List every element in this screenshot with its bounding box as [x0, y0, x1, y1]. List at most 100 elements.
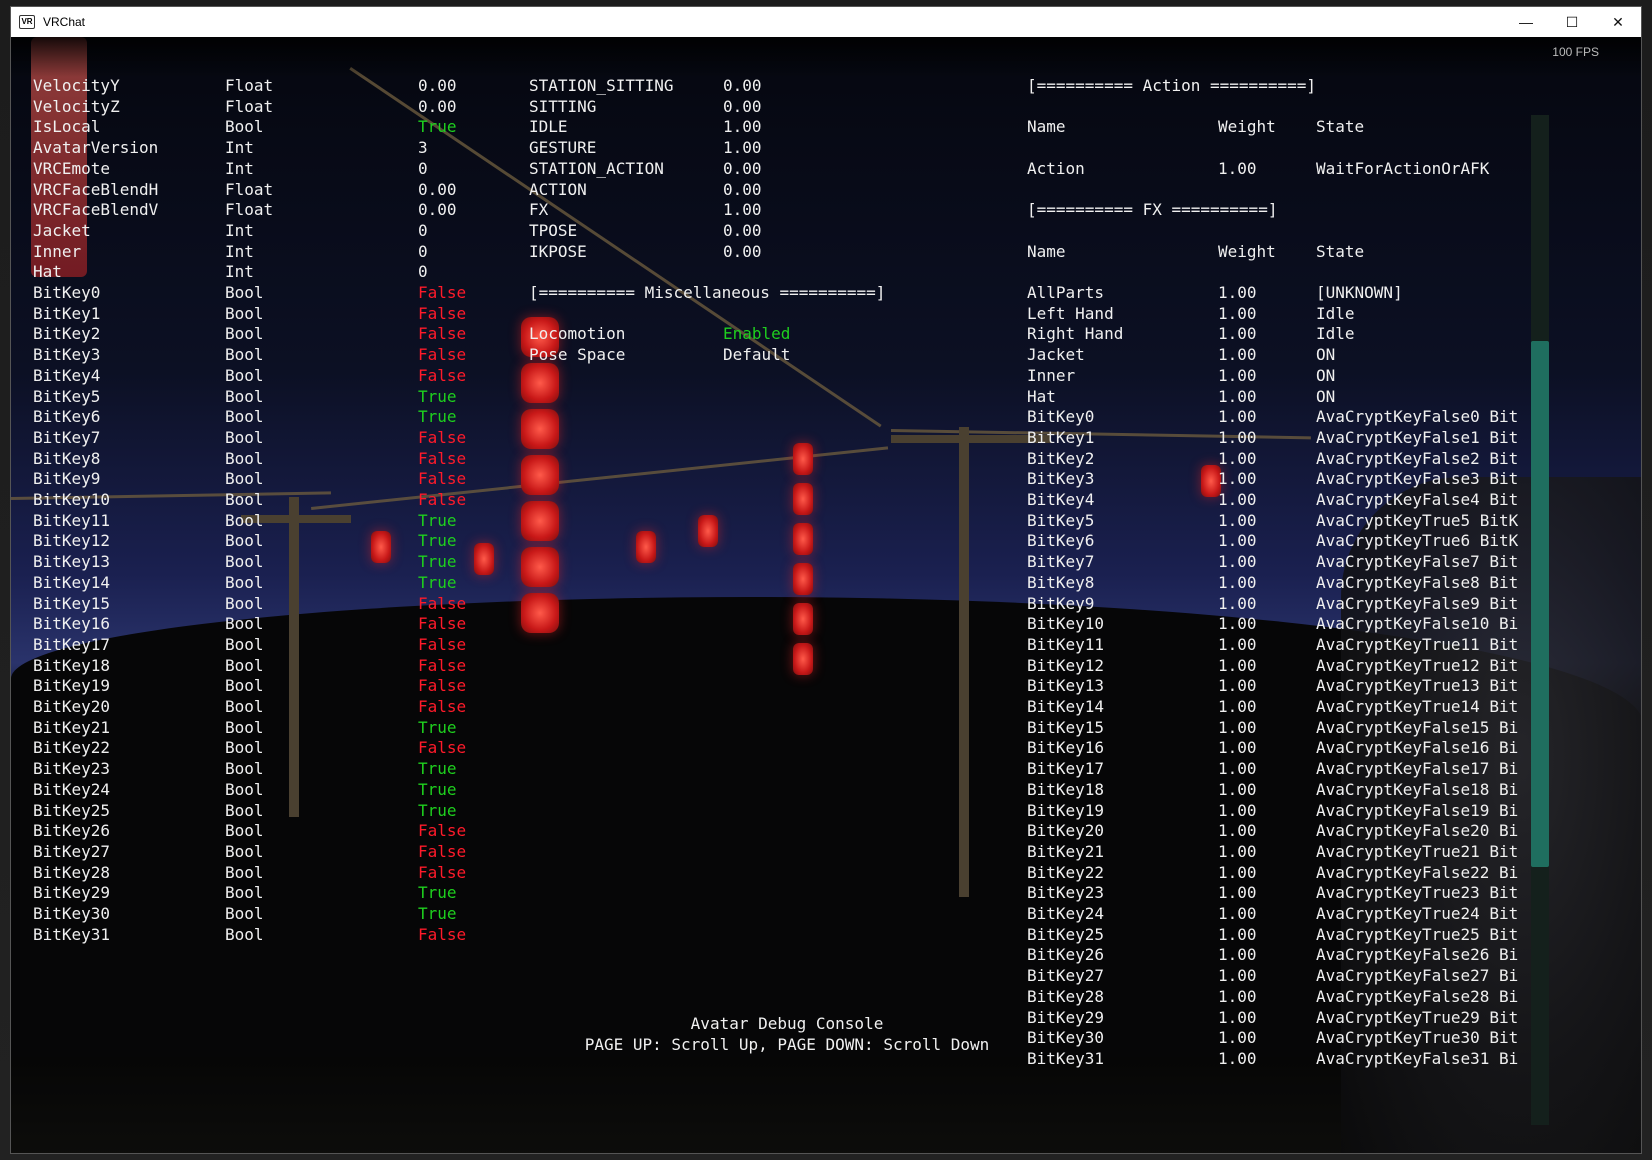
- param-name: BitKey30: [33, 904, 111, 923]
- title-bar[interactable]: VR VRChat — ☐ ✕: [11, 7, 1641, 37]
- fx-layer-weight: 1.00: [1218, 945, 1257, 965]
- param-name: BitKey23: [33, 759, 111, 779]
- param-type: Bool: [225, 634, 264, 654]
- action-col-state: State: [1316, 117, 1365, 137]
- param-name: VRCFaceBlendH: [33, 179, 159, 199]
- fx-layer-state: AvaCryptKeyFalse15 Bi: [1316, 717, 1519, 737]
- param-value: True: [418, 386, 457, 406]
- fx-layer-state: ON: [1316, 345, 1336, 365]
- fx-layer-weight: 1.00: [1218, 593, 1257, 613]
- window-title: VRChat: [43, 15, 86, 29]
- param-value: 0: [418, 262, 428, 282]
- fx-layer-name: BitKey2: [1027, 448, 1095, 468]
- action-header: [========== Action ==========]: [1027, 76, 1316, 95]
- param-value: True: [418, 510, 457, 530]
- fx-layer-state: AvaCryptKeyFalse26 Bi: [1316, 945, 1519, 965]
- fx-layer-weight: 1.00: [1218, 634, 1257, 654]
- layer-weight: 1.00: [723, 138, 762, 158]
- param-name: Hat: [33, 262, 62, 282]
- param-name: VRCFaceBlendV: [33, 200, 159, 220]
- param-value: True: [418, 759, 457, 779]
- param-name: BitKey8: [33, 448, 101, 468]
- fx-layer-name: BitKey14: [1027, 697, 1105, 716]
- fx-layer-name: BitKey19: [1027, 800, 1105, 820]
- param-type: Bool: [225, 510, 264, 530]
- param-value: True: [418, 904, 457, 923]
- game-viewport[interactable]: 100 FPS VelocityY Float 0.00 VelocityZ Float…: [11, 37, 1641, 1153]
- param-name: BitKey5: [33, 386, 101, 406]
- maximize-button[interactable]: ☐: [1549, 7, 1595, 37]
- fx-layer-weight: 1.00: [1218, 552, 1257, 572]
- param-type: Bool: [225, 117, 264, 137]
- fx-layer-weight: 1.00: [1218, 427, 1257, 447]
- fx-layer-state: AvaCryptKeyFalse2 Bit: [1316, 448, 1519, 468]
- param-value: 0.00: [418, 179, 457, 199]
- fx-layer-name: BitKey12: [1027, 655, 1105, 675]
- fx-layer-name: BitKey27: [1027, 966, 1105, 986]
- param-name: BitKey10: [33, 490, 111, 509]
- param-name: VelocityZ: [33, 96, 120, 116]
- param-name: IsLocal: [33, 117, 101, 137]
- layer-weight: 1.00: [723, 200, 762, 220]
- param-value: True: [418, 552, 457, 572]
- fx-layer-weight: 1.00: [1218, 283, 1257, 302]
- param-type: Int: [225, 158, 254, 178]
- close-button[interactable]: ✕: [1595, 7, 1641, 37]
- param-type: Bool: [225, 490, 264, 509]
- fx-layer-state: AvaCryptKeyFalse16 Bi: [1316, 738, 1519, 758]
- param-type: Bool: [225, 386, 264, 406]
- param-value: 3: [418, 138, 428, 158]
- param-value: True: [418, 531, 457, 551]
- action-layer-weight: 1.00: [1218, 158, 1257, 178]
- fx-layer-name: Hat: [1027, 386, 1056, 406]
- param-name: BitKey6: [33, 407, 101, 427]
- param-value: True: [418, 800, 457, 820]
- layer-name: STATION_SITTING: [529, 76, 674, 95]
- minimize-button[interactable]: —: [1503, 7, 1549, 37]
- fx-layer-state: AvaCryptKeyFalse27 Bi: [1316, 966, 1519, 986]
- fx-layer-name: BitKey0: [1027, 407, 1095, 427]
- fx-layer-weight: 1.00: [1218, 469, 1257, 489]
- param-type: Bool: [225, 717, 264, 737]
- vrchat-window: VR VRChat — ☐ ✕ 100 FPS VelocityY Float …: [10, 6, 1642, 1154]
- param-name: AvatarVersion: [33, 138, 159, 158]
- param-value: False: [418, 841, 467, 861]
- param-type: Int: [225, 138, 254, 158]
- param-name: BitKey9: [33, 469, 101, 489]
- param-value: True: [418, 779, 457, 799]
- fx-layer-weight: 1.00: [1218, 904, 1257, 923]
- param-name: Inner: [33, 241, 82, 261]
- screen-frame: VR VRChat — ☐ ✕ 100 FPS VelocityY Float …: [0, 0, 1652, 1160]
- fx-layer-state: AvaCryptKeyFalse18 Bi: [1316, 779, 1519, 799]
- fx-layer-weight: 1.00: [1218, 345, 1257, 365]
- fx-layer-name: BitKey6: [1027, 531, 1095, 551]
- fx-layer-name: Left Hand: [1027, 303, 1114, 323]
- param-value: 0: [418, 220, 428, 240]
- vrchat-app-icon: VR: [19, 15, 35, 29]
- fx-layer-weight: 1.00: [1218, 697, 1257, 716]
- fx-layer-name: BitKey13: [1027, 676, 1105, 696]
- param-type: Bool: [225, 614, 264, 634]
- console-scrollbar[interactable]: [1531, 115, 1549, 1125]
- fx-layer-state: AvaCryptKeyFalse10 Bi: [1316, 614, 1519, 634]
- fx-layer-name: BitKey17: [1027, 759, 1105, 779]
- fx-layer-state: AvaCryptKeyTrue25 Bit: [1316, 924, 1519, 944]
- param-type: Bool: [225, 593, 264, 613]
- fx-layer-name: BitKey21: [1027, 841, 1105, 861]
- fx-layer-weight: 1.00: [1218, 510, 1257, 530]
- layer-name: GESTURE: [529, 138, 597, 158]
- fx-layer-name: BitKey23: [1027, 883, 1105, 903]
- param-type: Bool: [225, 283, 264, 302]
- param-type: Bool: [225, 531, 264, 551]
- fx-layer-weight: 1.00: [1218, 303, 1257, 323]
- fx-layer-weight: 1.00: [1218, 324, 1257, 344]
- param-value: 0: [418, 158, 428, 178]
- scrollbar-thumb[interactable]: [1531, 341, 1549, 867]
- param-type: Bool: [225, 552, 264, 572]
- fx-col-weight: Weight: [1218, 241, 1276, 261]
- param-name: BitKey1: [33, 303, 101, 323]
- misc-value: Enabled: [723, 324, 791, 344]
- fx-layer-weight: 1.00: [1218, 655, 1257, 675]
- fx-layer-name: BitKey18: [1027, 779, 1105, 799]
- param-value: 0.00: [418, 200, 457, 220]
